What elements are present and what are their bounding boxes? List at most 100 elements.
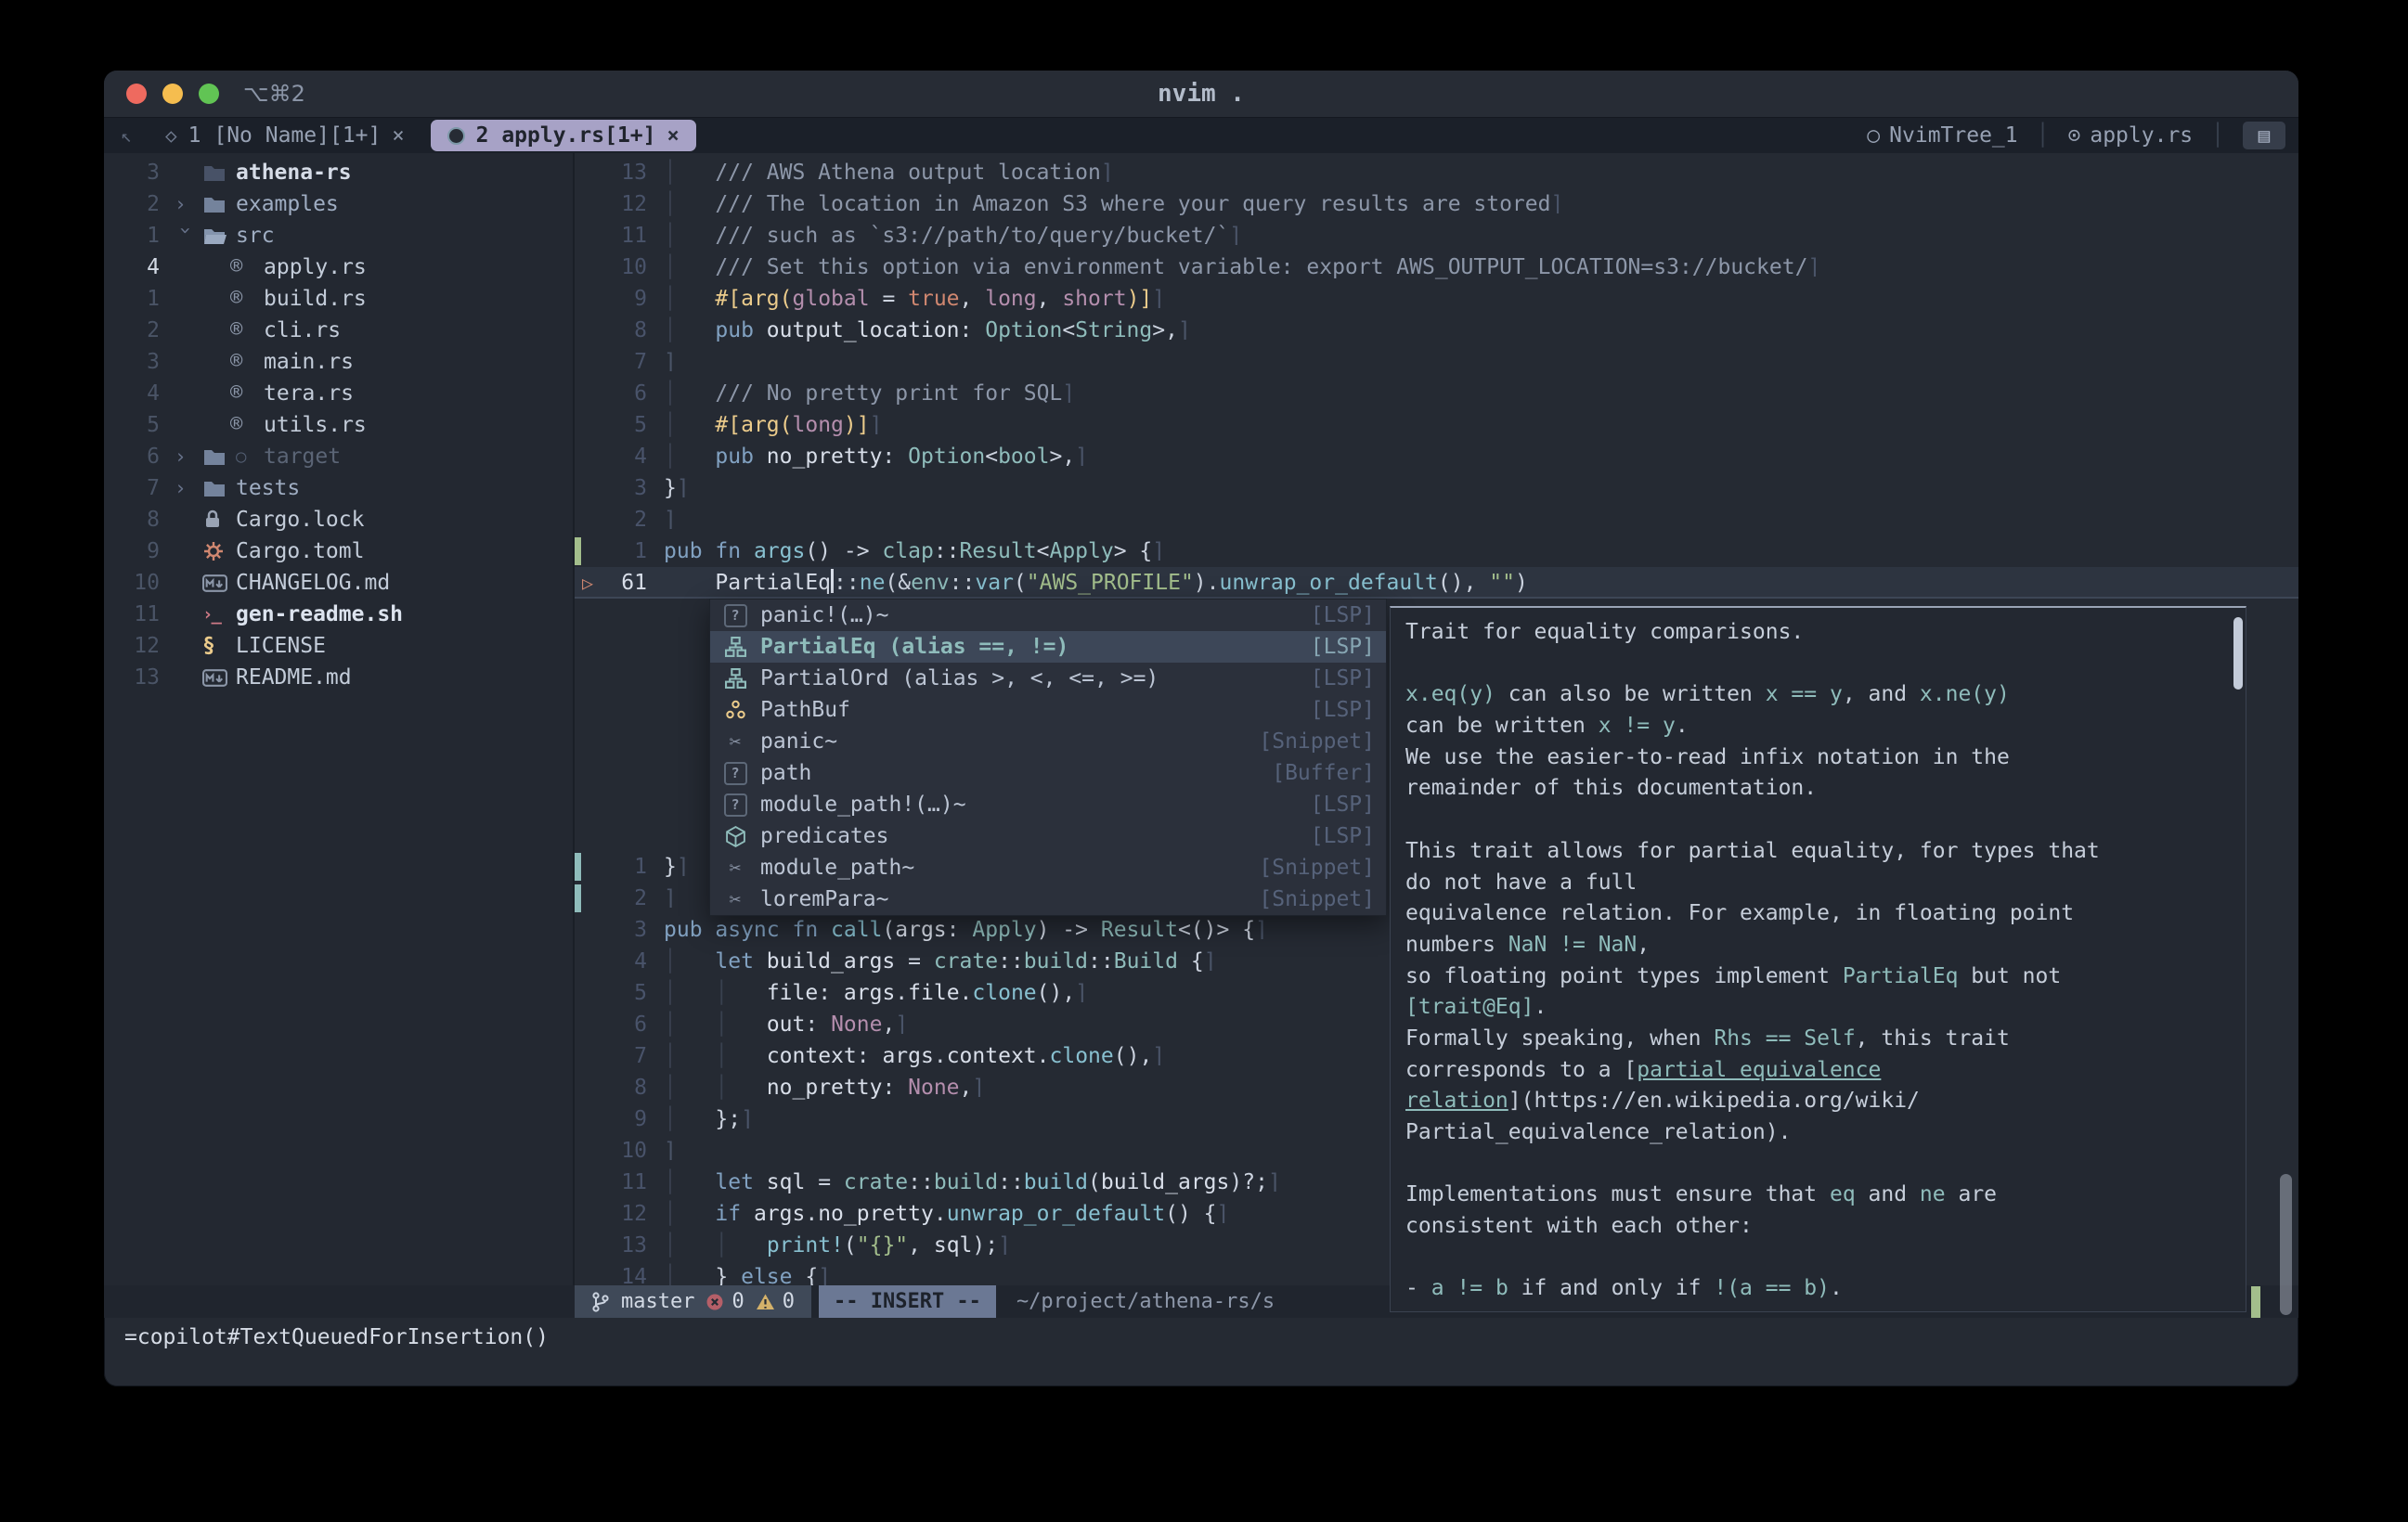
editor-row[interactable]: 2⌉	[575, 504, 2298, 535]
completion-item[interactable]: ✂loremPara~[Snippet]	[710, 884, 1386, 915]
completion-item[interactable]: ?module_path!(…)~[LSP]	[710, 789, 1386, 820]
line-number: 8	[104, 504, 160, 535]
code-segment: no_pretty	[767, 1076, 883, 1100]
tree-row-main.rs[interactable]: 3®main.rs	[104, 346, 573, 378]
zoom-window-button[interactable]	[199, 84, 219, 104]
chevron-down-icon[interactable]: ›	[170, 225, 201, 252]
code-segment: PartialEq	[715, 571, 831, 595]
tree-row-cli.rs[interactable]: 2®cli.rs	[104, 315, 573, 346]
tree-row-LICENSE[interactable]: 12§LICENSE	[104, 630, 573, 662]
completion-item[interactable]: ?panic!(…)~[LSP]	[710, 600, 1386, 631]
nvimtree-file-explorer: 3athena-rs2›examples1›src4®apply.rs1®bui…	[104, 153, 575, 1285]
code-segment: │	[664, 1265, 677, 1285]
close-tab-icon[interactable]: ×	[392, 124, 404, 148]
chevron-right-icon[interactable]: ›	[175, 472, 202, 504]
tree-row-gen-readme.sh[interactable]: 11›_gen-readme.sh	[104, 599, 573, 630]
struct-icon	[721, 700, 749, 720]
code-segment: :	[947, 918, 973, 942]
line-number	[575, 756, 647, 788]
tree-row-Cargo.lock[interactable]: 8Cargo.lock	[104, 504, 573, 535]
tree-row-README.md[interactable]: 13README.md	[104, 662, 573, 693]
code-segment: ,	[882, 1013, 895, 1037]
completion-item[interactable]: predicates[LSP]	[710, 820, 1386, 852]
editor-row[interactable]: 8│ pub output_location: Option<String>,⌉	[575, 315, 2298, 346]
line-number: 6	[104, 441, 160, 472]
chevron-right-icon[interactable]: ›	[175, 441, 202, 472]
completion-item[interactable]: ?path[Buffer]	[710, 757, 1386, 789]
code-segment: String	[1075, 318, 1152, 342]
class-icon	[721, 668, 749, 690]
completion-item[interactable]: PartialEq (alias ==, !=)[LSP]	[710, 631, 1386, 663]
window-indicator-nvimtree[interactable]: ○ NvimTree_1	[1867, 123, 2017, 148]
tree-row-apply.rs[interactable]: 4®apply.rs	[104, 252, 573, 283]
window-indicator-apply-rs[interactable]: ⊙ apply.rs	[2068, 123, 2194, 148]
code-segment: (&	[885, 571, 911, 595]
editor-row[interactable]: 3}⌉	[575, 472, 2298, 504]
tab-no-name[interactable]: ◇ 1 [No Name][1+] ×	[149, 118, 421, 153]
completion-item[interactable]: ✂module_path~[Snippet]	[710, 852, 1386, 884]
tree-row-target[interactable]: 6›○target	[104, 441, 573, 472]
tree-row-CHANGELOG.md[interactable]: 10CHANGELOG.md	[104, 567, 573, 599]
editor-row[interactable]: 4│ pub no_pretty: Option<bool>,⌉	[575, 441, 2298, 472]
code-segment: <	[1062, 318, 1075, 342]
editor-row[interactable]: 10│ /// Set this option via environment …	[575, 252, 2298, 283]
code-segment: .	[805, 1202, 818, 1226]
editor-row[interactable]: 9│ #[arg(global = true, long, short)]⌉	[575, 283, 2298, 315]
tree-row-utils.rs[interactable]: 5®utils.rs	[104, 409, 573, 441]
code-segment: /// Set this option via environment vari…	[715, 255, 1807, 279]
tree-row-tera.rs[interactable]: 4®tera.rs	[104, 378, 573, 409]
editor-row[interactable]: 6│ /// No pretty print for SQL⌉	[575, 378, 2298, 409]
line-number: 5	[575, 977, 647, 1009]
line-number: 1	[104, 283, 160, 315]
code-segment: crate	[844, 1170, 908, 1194]
line-number: 9	[104, 535, 160, 567]
doc-line: Implementations must ensure that eq and …	[1405, 1180, 2231, 1211]
completion-label: PartialOrd (alias >, <, <=, >=)	[760, 666, 1159, 690]
tree-row-Cargo.toml[interactable]: 9Cargo.toml	[104, 535, 573, 567]
gear-icon	[202, 540, 236, 562]
tree-row-examples[interactable]: 2›examples	[104, 188, 573, 220]
completion-item[interactable]: PartialOrd (alias >, <, <=, >=)[LSP]	[710, 663, 1386, 694]
rust-icon: ®	[230, 283, 264, 315]
editor-row[interactable]: 1pub fn args() -> clap::Result<Apply> {⌉	[575, 535, 2298, 567]
tree-item-label: apply.rs	[264, 252, 367, 283]
line-number: 1	[104, 220, 160, 252]
tabline-home-icon[interactable]: ↖	[104, 124, 149, 147]
editor-row-current[interactable]: ▷61 PartialEq::ne(&env::var("AWS_PROFILE…	[575, 567, 2298, 599]
doc-line: numbers NaN != NaN,	[1405, 930, 2231, 961]
line-number	[575, 662, 647, 693]
diagnostics-warnings: 0	[756, 1290, 795, 1313]
doc-text: NaN != NaN	[1508, 933, 1637, 957]
completion-item[interactable]: PathBuf[LSP]	[710, 694, 1386, 726]
document-icon[interactable]: ▤	[2243, 122, 2285, 149]
doc-text: so floating point types implement	[1405, 964, 1843, 988]
completion-item[interactable]: ✂panic~[Snippet]	[710, 726, 1386, 757]
code-segment: │	[664, 318, 677, 342]
close-tab-icon[interactable]: ×	[667, 124, 680, 148]
editor-row[interactable]: 13│ /// AWS Athena output location⌉	[575, 157, 2298, 188]
scrollbar-thumb[interactable]	[2280, 1174, 2292, 1315]
editor-row[interactable]: 12│ /// The location in Amazon S3 where …	[575, 188, 2298, 220]
doc-link[interactable]: partial equivalence	[1637, 1058, 1881, 1082]
close-window-button[interactable]	[126, 84, 147, 104]
tree-row-tests[interactable]: 7›tests	[104, 472, 573, 504]
editor-row[interactable]: 7⌉	[575, 346, 2298, 378]
error-count: 0	[731, 1290, 744, 1313]
code-segment: ⌉	[1101, 161, 1114, 185]
editor-row[interactable]: 5│ #[arg(long)]⌉	[575, 409, 2298, 441]
minimize-window-button[interactable]	[162, 84, 183, 104]
code-segment: ::	[998, 1170, 1024, 1194]
tab-apply-rs[interactable]: 2 apply.rs[1+] ×	[431, 120, 696, 151]
tree-row-build.rs[interactable]: 1®build.rs	[104, 283, 573, 315]
tree-row-src[interactable]: 1›src	[104, 220, 573, 252]
tree-row-athena-rs[interactable]: 3athena-rs	[104, 157, 573, 188]
editor-row[interactable]: 11│ /// such as `s3://path/to/query/buck…	[575, 220, 2298, 252]
traffic-lights	[126, 84, 219, 104]
code-segment: │	[664, 255, 677, 279]
code-segment: ⌉	[677, 855, 690, 879]
doc-line: This trait allows for partial equality, …	[1405, 836, 2231, 868]
chevron-right-icon[interactable]: ›	[175, 188, 202, 220]
docs-scrollbar-thumb[interactable]	[2233, 617, 2243, 690]
doc-line	[1405, 649, 2231, 680]
doc-link[interactable]: relation	[1405, 1089, 1508, 1113]
